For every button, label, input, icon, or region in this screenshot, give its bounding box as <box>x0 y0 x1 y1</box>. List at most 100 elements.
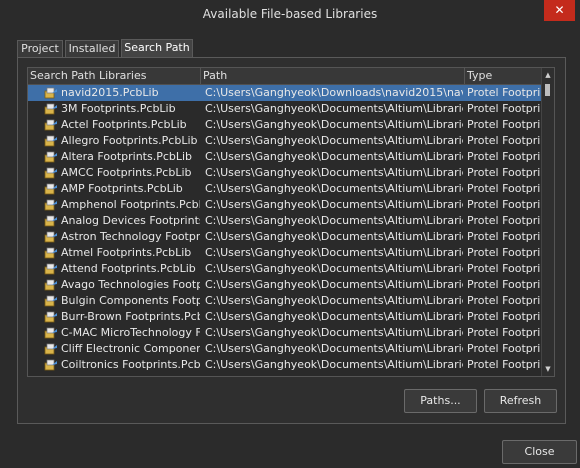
library-icon <box>44 183 58 195</box>
library-name: C-MAC MicroTechnology Footprints.PcbLib <box>61 326 200 339</box>
scroll-down-icon[interactable]: ▼ <box>542 364 554 374</box>
library-path: C:\Users\Ganghyeok\Documents\Altium\Libr… <box>205 342 463 355</box>
library-name: Attend Footprints.PcbLib <box>61 262 196 275</box>
library-name: Altera Footprints.PcbLib <box>61 150 193 163</box>
library-path: C:\Users\Ganghyeok\Documents\Altium\Libr… <box>205 102 463 115</box>
library-path: C:\Users\Ganghyeok\Documents\Altium\Libr… <box>205 358 463 371</box>
scroll-up-icon[interactable]: ▲ <box>542 70 554 80</box>
window-close-button[interactable]: ✕ <box>544 0 575 21</box>
library-icon <box>44 87 58 99</box>
library-name: AMP Footprints.PcbLib <box>61 182 183 195</box>
library-path: C:\Users\Ganghyeok\Documents\Altium\Libr… <box>205 294 463 307</box>
library-icon <box>44 231 58 243</box>
library-path: C:\Users\Ganghyeok\Documents\Altium\Libr… <box>205 326 463 339</box>
library-name: Atmel Footprints.PcbLib <box>61 246 192 259</box>
column-header-type[interactable]: Type <box>465 68 543 84</box>
library-type: Protel Footprint <box>467 246 543 259</box>
list-header: Search Path Libraries Path Type <box>28 68 554 85</box>
library-icon <box>44 343 58 355</box>
column-header-name[interactable]: Search Path Libraries <box>28 68 201 84</box>
library-name: Burr-Brown Footprints.PcbLib <box>61 310 200 323</box>
list-item[interactable]: navid2015.PcbLib C:\Users\Ganghyeok\Downl… <box>28 85 543 101</box>
library-path: C:\Users\Ganghyeok\Documents\Altium\Libr… <box>205 214 463 227</box>
library-path: C:\Users\Ganghyeok\Downloads\navid2015\n… <box>205 86 463 99</box>
library-name: Analog Devices Footprints.PcbLib <box>61 214 200 227</box>
library-icon <box>44 295 58 307</box>
library-name: Avago Technologies Footprints.PcbLib <box>61 278 200 291</box>
library-type: Protel Footprint <box>467 294 543 307</box>
tab-installed[interactable]: Installed <box>65 40 119 57</box>
list-item[interactable]: Coiltronics Footprints.PcbLib C:\Users\Ga… <box>28 357 543 373</box>
library-type: Protel Footprint <box>467 342 543 355</box>
library-type: Protel Footprint <box>467 326 543 339</box>
library-icon <box>44 311 58 323</box>
library-type: Protel Footprint <box>467 182 543 195</box>
library-name: AMCC Footprints.PcbLib <box>61 166 192 179</box>
library-type: Protel Footprint <box>467 134 543 147</box>
list-item[interactable]: Analog Devices Footprints.PcbLib C:\Users… <box>28 213 543 229</box>
library-name: 3M Footprints.PcbLib <box>61 102 176 115</box>
library-type: Protel Footprint <box>467 358 543 371</box>
library-list[interactable]: Search Path Libraries Path Type navid201… <box>27 67 555 377</box>
library-name: Coiltronics Footprints.PcbLib <box>61 358 200 371</box>
library-icon <box>44 359 58 371</box>
library-icon <box>44 167 58 179</box>
library-icon <box>44 279 58 291</box>
list-item[interactable]: 3M Footprints.PcbLib C:\Users\Ganghyeok\D… <box>28 101 543 117</box>
library-name: Actel Footprints.PcbLib <box>61 118 187 131</box>
library-icon <box>44 135 58 147</box>
library-type: Protel Footprint <box>467 198 543 211</box>
list-item[interactable]: Avago Technologies Footprints.PcbLib C:\U… <box>28 277 543 293</box>
library-path: C:\Users\Ganghyeok\Documents\Altium\Libr… <box>205 134 463 147</box>
list-item[interactable]: Burr-Brown Footprints.PcbLib C:\Users\Gan… <box>28 309 543 325</box>
vertical-scrollbar[interactable]: ▲ ▼ <box>541 68 554 376</box>
library-path: C:\Users\Ganghyeok\Documents\Altium\Libr… <box>205 262 463 275</box>
tab-project[interactable]: Project <box>17 40 63 57</box>
library-path: C:\Users\Ganghyeok\Documents\Altium\Libr… <box>205 118 463 131</box>
library-name: Astron Technology Footprints.PcbLib <box>61 230 200 243</box>
list-item[interactable]: AMCC Footprints.PcbLib C:\Users\Ganghyeok… <box>28 165 543 181</box>
list-item[interactable]: Atmel Footprints.PcbLib C:\Users\Ganghyeo… <box>28 245 543 261</box>
list-item[interactable]: Attend Footprints.PcbLib C:\Users\Ganghye… <box>28 261 543 277</box>
window-title: Available File-based Libraries <box>202 7 378 21</box>
refresh-button[interactable]: Refresh <box>484 389 557 413</box>
library-type: Protel Footprint <box>467 166 543 179</box>
library-path: C:\Users\Ganghyeok\Documents\Altium\Libr… <box>205 166 463 179</box>
list-item[interactable]: AMP Footprints.PcbLib C:\Users\Ganghyeok\… <box>28 181 543 197</box>
library-type: Protel Footprint <box>467 262 543 275</box>
library-type: Protel Footprint <box>467 150 543 163</box>
column-header-path[interactable]: Path <box>201 68 465 84</box>
list-item[interactable]: Altera Footprints.PcbLib C:\Users\Ganghye… <box>28 149 543 165</box>
scrollbar-thumb[interactable] <box>545 84 550 96</box>
paths-button[interactable]: Paths... <box>404 389 477 413</box>
library-icon <box>44 103 58 115</box>
library-icon <box>44 119 58 131</box>
list-item[interactable]: Allegro Footprints.PcbLib C:\Users\Ganghy… <box>28 133 543 149</box>
library-type: Protel Footprint <box>467 118 543 131</box>
library-name: Amphenol Footprints.PcbLib <box>61 198 200 211</box>
list-item[interactable]: Astron Technology Footprints.PcbLib C:\Us… <box>28 229 543 245</box>
list-item[interactable]: Amphenol Footprints.PcbLib C:\Users\Gangh… <box>28 197 543 213</box>
close-button[interactable]: Close <box>502 440 577 464</box>
library-type: Protel Footprint <box>467 86 543 99</box>
library-path: C:\Users\Ganghyeok\Documents\Altium\Libr… <box>205 198 463 211</box>
library-name: Bulgin Components Footprints.PcbLib <box>61 294 200 307</box>
list-item[interactable]: C-MAC MicroTechnology Footprints.PcbLib C… <box>28 325 543 341</box>
library-path: C:\Users\Ganghyeok\Documents\Altium\Libr… <box>205 246 463 259</box>
list-item[interactable]: Bulgin Components Footprints.PcbLib C:\Us… <box>28 293 543 309</box>
library-icon <box>44 151 58 163</box>
library-path: C:\Users\Ganghyeok\Documents\Altium\Libr… <box>205 230 463 243</box>
library-icon <box>44 247 58 259</box>
library-type: Protel Footprint <box>467 102 543 115</box>
library-type: Protel Footprint <box>467 310 543 323</box>
library-icon <box>44 199 58 211</box>
list-rows: navid2015.PcbLib C:\Users\Ganghyeok\Downl… <box>28 85 543 373</box>
library-path: C:\Users\Ganghyeok\Documents\Altium\Libr… <box>205 310 463 323</box>
list-item[interactable]: Cliff Electronic Components Footprints.P… <box>28 341 543 357</box>
library-path: C:\Users\Ganghyeok\Documents\Altium\Libr… <box>205 150 463 163</box>
tab-search-path[interactable]: Search Path <box>121 39 193 58</box>
list-item[interactable]: Actel Footprints.PcbLib C:\Users\Ganghyeo… <box>28 117 543 133</box>
library-type: Protel Footprint <box>467 278 543 291</box>
library-icon <box>44 263 58 275</box>
library-type: Protel Footprint <box>467 230 543 243</box>
